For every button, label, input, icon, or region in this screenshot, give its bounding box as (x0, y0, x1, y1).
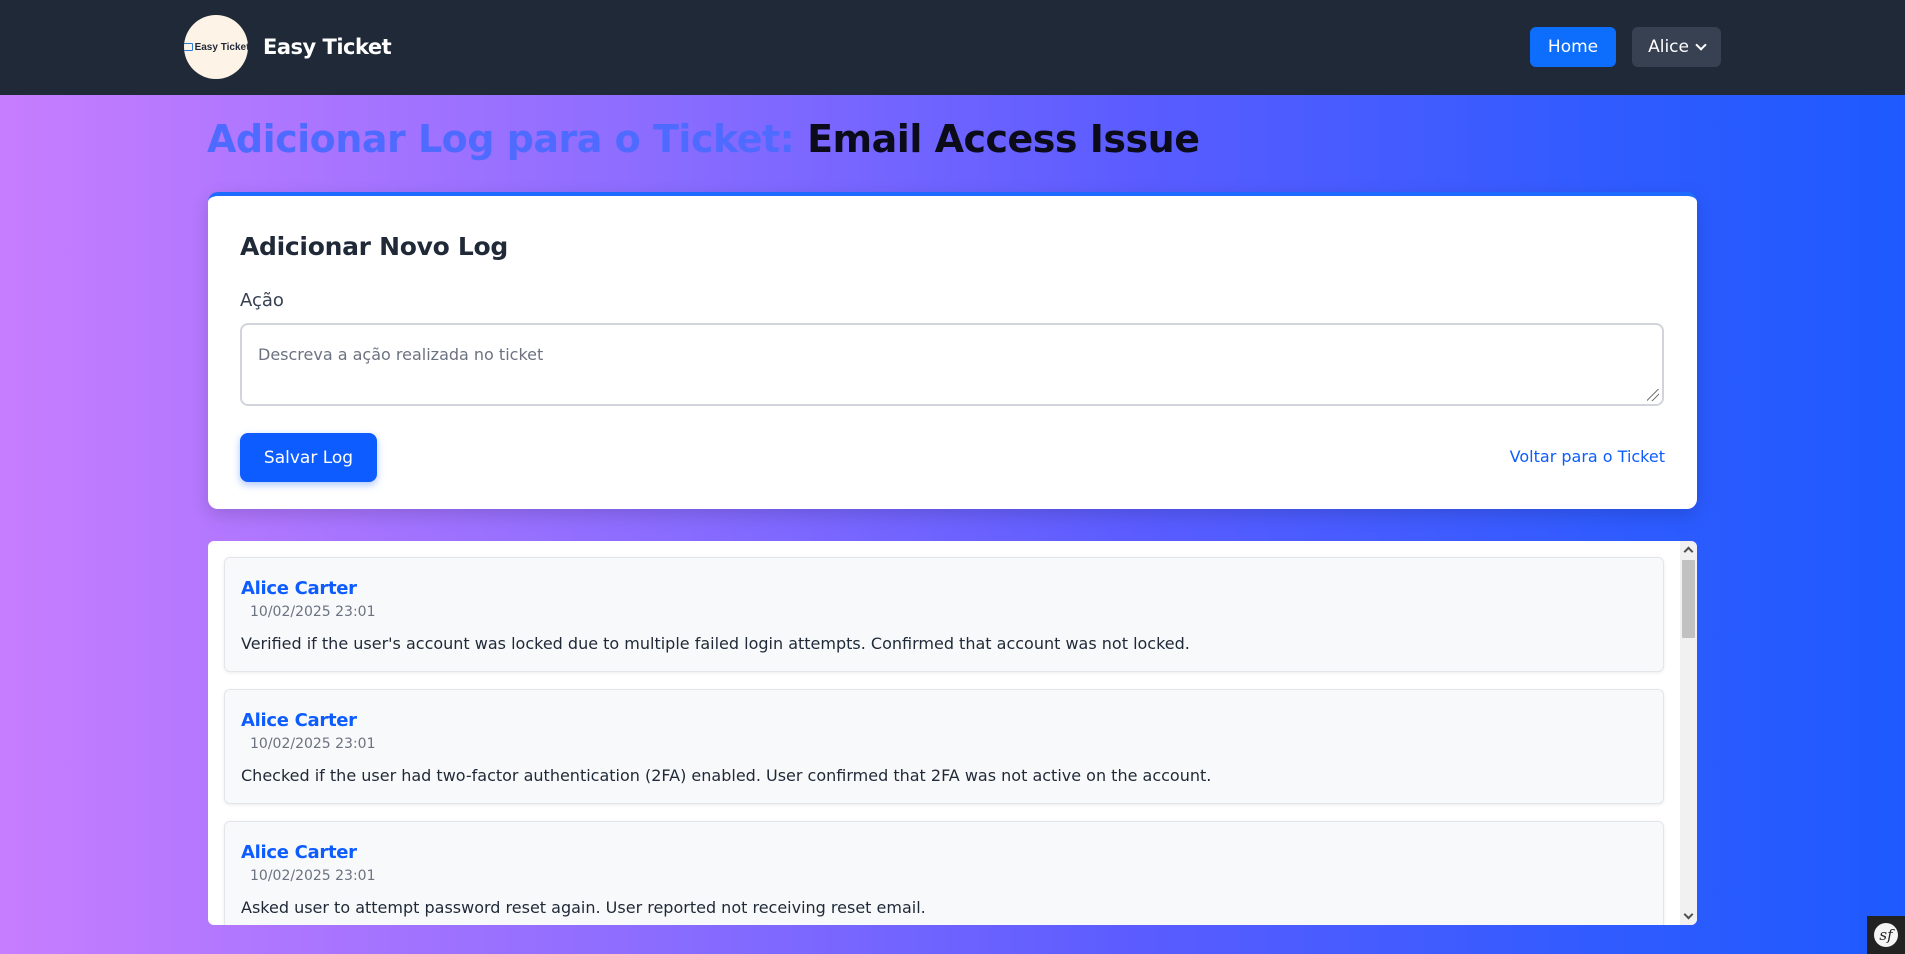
page-title-prefix: Adicionar Log para o Ticket: (207, 117, 795, 161)
user-name: Alice (1648, 37, 1689, 57)
action-textarea[interactable]: Descreva a ação realizada no ticket (240, 323, 1664, 406)
chevron-down-icon (1695, 38, 1707, 51)
arrow-down-icon (1683, 909, 1694, 920)
debug-toolbar-toggle[interactable]: sf (1867, 916, 1905, 954)
user-menu-button[interactable]: Alice (1632, 27, 1721, 67)
log-author: Alice Carter (241, 578, 357, 599)
back-to-ticket-link[interactable]: Voltar para o Ticket (1510, 447, 1665, 466)
scroll-up-button[interactable] (1680, 541, 1697, 558)
log-text: Verified if the user's account was locke… (241, 634, 1190, 653)
logo: Easy Ticket (184, 15, 248, 79)
top-navbar: Easy Ticket Easy Ticket Home Alice (0, 0, 1905, 95)
brand[interactable]: Easy Ticket Easy Ticket (184, 15, 392, 79)
resize-handle-icon[interactable] (1647, 389, 1659, 401)
symfony-icon: sf (1874, 923, 1898, 947)
log-text: Checked if the user had two-factor authe… (241, 766, 1212, 785)
ticket-icon (184, 43, 193, 51)
home-button[interactable]: Home (1529, 27, 1617, 67)
scroll-down-button[interactable] (1680, 908, 1697, 925)
log-item: Alice Carter 10/02/2025 23:01 Asked user… (224, 821, 1664, 925)
log-item: Alice Carter 10/02/2025 23:01 Checked if… (224, 689, 1664, 804)
log-date: 10/02/2025 23:01 (250, 868, 376, 884)
log-date: 10/02/2025 23:01 (250, 736, 376, 752)
log-date: 10/02/2025 23:01 (250, 604, 376, 620)
save-log-button[interactable]: Salvar Log (240, 433, 377, 482)
add-log-card: Adicionar Novo Log Ação Descreva a ação … (208, 192, 1697, 509)
scroll-thumb[interactable] (1682, 560, 1695, 638)
arrow-up-icon (1683, 546, 1694, 557)
page-title: Adicionar Log para o Ticket: Email Acces… (207, 117, 1200, 161)
logs-list: Alice Carter 10/02/2025 23:01 Verified i… (224, 557, 1664, 925)
ticket-name: Email Access Issue (807, 117, 1200, 161)
log-item: Alice Carter 10/02/2025 23:01 Verified i… (224, 557, 1664, 672)
action-label: Ação (240, 290, 284, 311)
log-text: Asked user to attempt password reset aga… (241, 898, 926, 917)
logs-scrollbar[interactable] (1680, 541, 1697, 925)
logo-text: Easy Ticket (194, 41, 248, 53)
brand-name[interactable]: Easy Ticket (263, 35, 392, 59)
log-author: Alice Carter (241, 710, 357, 731)
log-author: Alice Carter (241, 842, 357, 863)
logs-panel: Alice Carter 10/02/2025 23:01 Verified i… (208, 541, 1697, 925)
action-placeholder: Descreva a ação realizada no ticket (258, 345, 544, 364)
card-title: Adicionar Novo Log (240, 232, 508, 261)
